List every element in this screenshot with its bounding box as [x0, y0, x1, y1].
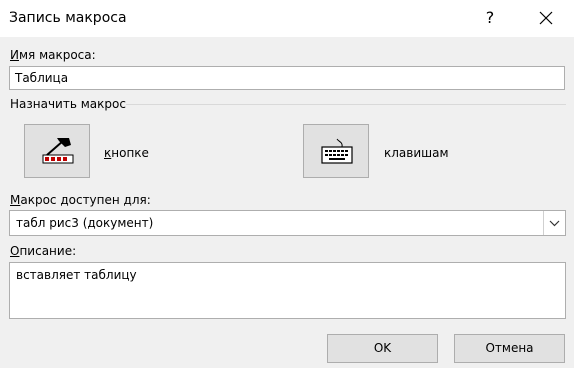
- description-textarea[interactable]: вставляет таблицу: [9, 262, 566, 319]
- help-button[interactable]: ?: [478, 6, 502, 30]
- ok-button[interactable]: OK: [327, 334, 438, 363]
- dropdown-arrow[interactable]: [543, 211, 565, 235]
- title-bar: Запись макроса ?: [0, 0, 574, 37]
- assign-button-label: кнопке: [104, 146, 149, 160]
- close-button[interactable]: [532, 6, 560, 30]
- group-divider: [126, 104, 566, 105]
- chevron-down-icon: [549, 220, 560, 227]
- macro-name-label: Имя макроса:: [10, 48, 96, 62]
- assign-to-button-button[interactable]: [24, 124, 90, 178]
- assign-group-label: Назначить макрос: [10, 97, 126, 111]
- cancel-button[interactable]: Отмена: [454, 334, 565, 363]
- description-label: Описание:: [10, 244, 77, 258]
- close-icon: [539, 11, 553, 25]
- dialog-title: Запись макроса: [9, 10, 127, 26]
- keyboard-icon: [321, 138, 353, 164]
- hammer-toolbar-icon: [42, 138, 74, 164]
- store-in-select[interactable]: табл рис3 (документ): [9, 210, 566, 236]
- assign-keyboard-label: клавишам: [384, 146, 449, 160]
- store-in-label: Макрос доступен для:: [10, 193, 151, 207]
- store-in-value: табл рис3 (документ): [16, 216, 154, 230]
- macro-name-input[interactable]: Таблица: [9, 66, 565, 90]
- assign-to-keyboard-button[interactable]: [303, 124, 369, 178]
